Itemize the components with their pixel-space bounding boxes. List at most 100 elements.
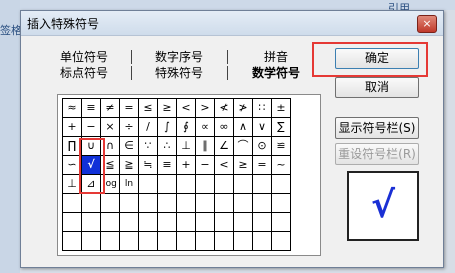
symbol-cell[interactable] bbox=[120, 194, 139, 213]
symbol-cell[interactable] bbox=[177, 175, 196, 194]
symbol-cell[interactable]: + bbox=[177, 156, 196, 175]
symbol-cell[interactable] bbox=[196, 194, 215, 213]
symbol-cell[interactable]: = bbox=[253, 156, 272, 175]
symbol-cell[interactable] bbox=[253, 194, 272, 213]
symbol-cell[interactable] bbox=[158, 194, 177, 213]
symbol-cell[interactable] bbox=[82, 213, 101, 232]
symbol-cell[interactable] bbox=[120, 232, 139, 251]
symbol-cell[interactable]: ≡ bbox=[158, 156, 177, 175]
symbol-cell[interactable]: ~ bbox=[272, 156, 291, 175]
symbol-cell[interactable]: ≧ bbox=[120, 156, 139, 175]
symbol-cell[interactable]: ∨ bbox=[253, 118, 272, 137]
symbol-cell[interactable]: ⊙ bbox=[253, 137, 272, 156]
symbol-cell[interactable]: ∫ bbox=[158, 118, 177, 137]
tab-math-symbols[interactable]: 数学符号 bbox=[247, 64, 305, 81]
symbol-cell[interactable] bbox=[196, 213, 215, 232]
symbol-cell[interactable]: ≥ bbox=[234, 156, 253, 175]
symbol-cell[interactable] bbox=[139, 213, 158, 232]
symbol-cell[interactable]: ≥ bbox=[158, 99, 177, 118]
symbol-cell[interactable] bbox=[215, 232, 234, 251]
symbol-cell[interactable] bbox=[272, 175, 291, 194]
symbol-cell[interactable]: ∈ bbox=[120, 137, 139, 156]
symbol-cell[interactable]: ± bbox=[272, 99, 291, 118]
symbol-cell[interactable] bbox=[272, 232, 291, 251]
symbol-cell[interactable]: ≈ bbox=[63, 99, 82, 118]
close-button[interactable]: × bbox=[417, 15, 437, 33]
symbol-cell[interactable] bbox=[177, 213, 196, 232]
cancel-button[interactable]: 取消 bbox=[335, 77, 419, 98]
symbol-cell[interactable]: ⌒ bbox=[234, 137, 253, 156]
symbol-cell[interactable]: ≒ bbox=[139, 156, 158, 175]
symbol-cell[interactable]: ∷ bbox=[253, 99, 272, 118]
insert-special-symbol-dialog: 插入特殊符号 × 单位符号 数字序号 拼音 标点符号 特殊符号 数学符号 ≈ ≡ ≠… bbox=[20, 10, 444, 268]
symbol-cell[interactable] bbox=[253, 213, 272, 232]
symbol-cell[interactable] bbox=[215, 213, 234, 232]
symbol-cell[interactable] bbox=[120, 213, 139, 232]
symbol-cell[interactable]: − bbox=[82, 118, 101, 137]
symbol-cell[interactable] bbox=[234, 175, 253, 194]
symbol-cell[interactable] bbox=[253, 232, 272, 251]
symbol-cell[interactable] bbox=[63, 232, 82, 251]
symbol-cell[interactable]: ∞ bbox=[215, 118, 234, 137]
symbol-cell[interactable]: ∵ bbox=[139, 137, 158, 156]
symbol-cell[interactable]: ≮ bbox=[215, 99, 234, 118]
symbol-cell[interactable] bbox=[215, 175, 234, 194]
symbol-cell[interactable] bbox=[82, 232, 101, 251]
symbol-cell[interactable]: ∑ bbox=[272, 118, 291, 137]
symbol-cell[interactable]: = bbox=[120, 99, 139, 118]
symbol-cell[interactable]: ÷ bbox=[120, 118, 139, 137]
symbol-cell[interactable]: ∮ bbox=[177, 118, 196, 137]
tab-pinyin[interactable]: 拼音 bbox=[251, 48, 301, 65]
symbol-cell[interactable]: ∥ bbox=[196, 137, 215, 156]
symbol-cell[interactable]: + bbox=[63, 118, 82, 137]
show-symbol-bar-button[interactable]: 显示符号栏(S) bbox=[335, 117, 419, 139]
symbol-cell[interactable] bbox=[63, 213, 82, 232]
symbol-cell[interactable] bbox=[101, 232, 120, 251]
symbol-cell[interactable]: < bbox=[177, 99, 196, 118]
tab-punctuation[interactable]: 标点符号 bbox=[55, 64, 113, 81]
symbol-cell[interactable] bbox=[215, 194, 234, 213]
symbol-cell[interactable]: ≌ bbox=[272, 137, 291, 156]
symbol-cell[interactable]: ln bbox=[120, 175, 139, 194]
symbol-cell[interactable] bbox=[177, 232, 196, 251]
symbol-cell[interactable] bbox=[63, 194, 82, 213]
tab-number-ordinals[interactable]: 数字序号 bbox=[147, 48, 211, 65]
symbol-cell[interactable] bbox=[139, 232, 158, 251]
tab-special-symbols[interactable]: 特殊符号 bbox=[147, 64, 211, 81]
symbol-cell[interactable] bbox=[253, 175, 272, 194]
symbol-cell[interactable]: ∧ bbox=[234, 118, 253, 137]
symbol-cell[interactable] bbox=[177, 194, 196, 213]
symbol-cell[interactable] bbox=[196, 175, 215, 194]
symbol-cell[interactable]: ≯ bbox=[234, 99, 253, 118]
symbol-cell[interactable]: × bbox=[101, 118, 120, 137]
symbol-cell[interactable]: > bbox=[196, 99, 215, 118]
ok-button[interactable]: 确定 bbox=[335, 48, 419, 69]
close-icon: × bbox=[422, 17, 432, 30]
symbol-cell[interactable]: ≡ bbox=[82, 99, 101, 118]
tab-unit-symbols[interactable]: 单位符号 bbox=[55, 48, 113, 65]
symbol-cell[interactable] bbox=[158, 232, 177, 251]
symbol-cell[interactable] bbox=[234, 232, 253, 251]
symbol-cell[interactable]: ⊥ bbox=[177, 137, 196, 156]
symbol-cell[interactable] bbox=[272, 213, 291, 232]
symbol-cell[interactable] bbox=[139, 175, 158, 194]
symbol-cell[interactable] bbox=[82, 194, 101, 213]
symbol-cell[interactable] bbox=[196, 232, 215, 251]
symbol-preview: √ bbox=[347, 171, 419, 241]
symbol-cell[interactable] bbox=[234, 213, 253, 232]
symbol-cell[interactable] bbox=[158, 175, 177, 194]
symbol-cell[interactable]: ≠ bbox=[101, 99, 120, 118]
symbol-cell[interactable]: ∝ bbox=[196, 118, 215, 137]
symbol-cell[interactable] bbox=[234, 194, 253, 213]
symbol-cell[interactable]: / bbox=[139, 118, 158, 137]
symbol-cell[interactable] bbox=[158, 213, 177, 232]
symbol-cell[interactable]: ∴ bbox=[158, 137, 177, 156]
symbol-cell[interactable]: ∠ bbox=[215, 137, 234, 156]
symbol-cell[interactable] bbox=[139, 194, 158, 213]
symbol-cell[interactable]: − bbox=[196, 156, 215, 175]
symbol-cell[interactable] bbox=[101, 213, 120, 232]
symbol-cell[interactable]: < bbox=[215, 156, 234, 175]
symbol-cell[interactable] bbox=[272, 194, 291, 213]
symbol-cell[interactable] bbox=[101, 194, 120, 213]
symbol-cell[interactable]: ≤ bbox=[139, 99, 158, 118]
